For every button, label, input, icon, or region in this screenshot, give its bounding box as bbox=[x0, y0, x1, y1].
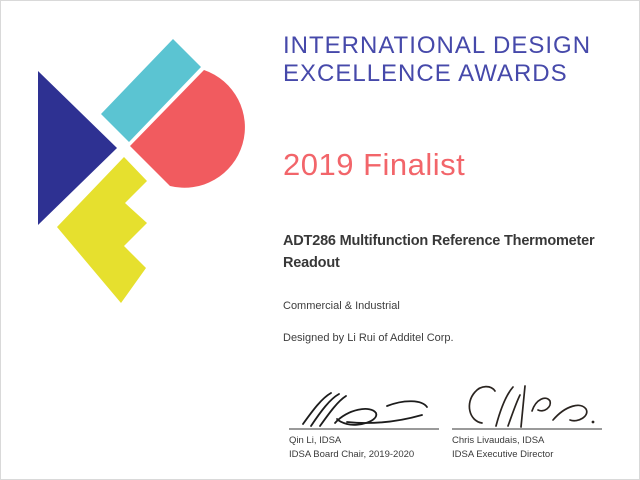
signer-name-left: Qin Li, IDSA bbox=[289, 435, 445, 448]
awards-title-line1: INTERNATIONAL DESIGN bbox=[283, 32, 591, 60]
signature-block-board-chair: Qin Li, IDSA IDSA Board Chair, 2019-2020 bbox=[289, 392, 445, 461]
signer-name-right: Chris Livaudais, IDSA bbox=[452, 435, 608, 448]
designer-credit: Designed by Li Rui of Additel Corp. bbox=[283, 331, 454, 345]
signer-title-right: IDSA Executive Director bbox=[452, 449, 608, 462]
signer-title-left: IDSA Board Chair, 2019-2020 bbox=[289, 449, 445, 462]
signature-chris-livaudais bbox=[452, 385, 608, 428]
award-category: Commercial & Industrial bbox=[283, 299, 400, 313]
certificate-page: INTERNATIONAL DESIGN EXCELLENCE AWARDS 2… bbox=[0, 0, 640, 480]
awards-title-line2: EXCELLENCE AWARDS bbox=[283, 60, 591, 88]
product-name-line2: Readout bbox=[283, 252, 594, 274]
signature-line-right bbox=[452, 428, 602, 430]
awards-title: INTERNATIONAL DESIGN EXCELLENCE AWARDS bbox=[283, 32, 591, 88]
signature-line-left bbox=[289, 428, 439, 430]
idea-logo bbox=[1, 1, 261, 331]
product-name: ADT286 Multifunction Reference Thermomet… bbox=[283, 230, 594, 274]
signature-qin-li bbox=[289, 392, 445, 428]
product-name-line1: ADT286 Multifunction Reference Thermomet… bbox=[283, 230, 594, 252]
award-status: 2019 Finalist bbox=[283, 147, 465, 183]
signature-block-executive-director: Chris Livaudais, IDSA IDSA Executive Dir… bbox=[452, 385, 608, 461]
